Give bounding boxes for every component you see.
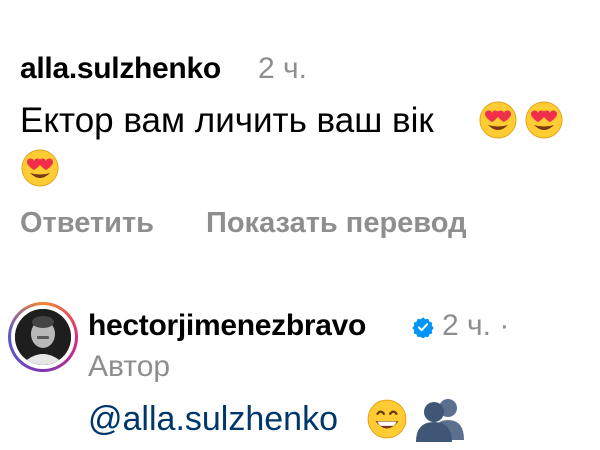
avatar[interactable]	[8, 302, 78, 372]
comment-username[interactable]: alla.sulzhenko	[20, 52, 221, 86]
reply-button[interactable]: Ответить	[20, 207, 154, 240]
reply-username[interactable]: hectorjimenezbravo	[88, 309, 366, 343]
author-label: Автор	[88, 350, 171, 383]
reply-timestamp: 2 ч. ·	[442, 309, 510, 342]
comment-emojis-line2	[20, 148, 60, 193]
busts-in-silhouette-emoji	[416, 399, 464, 442]
verified-badge-icon	[412, 317, 434, 338]
mention-link[interactable]: @alla.sulzhenko	[88, 400, 338, 439]
avatar-photo	[15, 309, 71, 365]
heart-eyes-emoji	[525, 101, 563, 139]
heart-eyes-emoji	[479, 101, 517, 139]
comment-timestamp: 2 ч.	[258, 52, 307, 85]
grinning-face-emoji	[367, 399, 407, 439]
comment-text: Ектор вам личить ваш вік	[20, 101, 434, 140]
show-translation-button[interactable]: Показать перевод	[206, 207, 466, 240]
heart-eyes-emoji	[21, 149, 59, 187]
comment-emojis-line1	[478, 100, 564, 140]
